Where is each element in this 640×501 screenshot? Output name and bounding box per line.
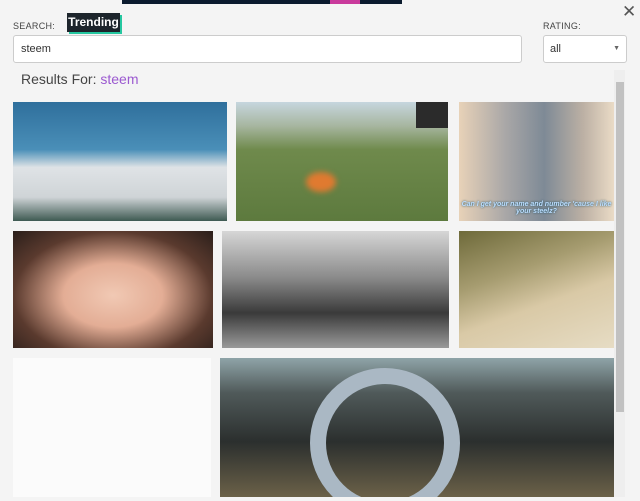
gif-crashing-plane[interactable] (236, 102, 448, 221)
gif-skateboarder[interactable] (459, 231, 614, 348)
chevron-down-icon: ▼ (613, 45, 620, 52)
top-image-strip-accent (330, 0, 360, 4)
trending-tooltip[interactable]: Trending (67, 13, 120, 32)
search-input[interactable]: steem (13, 35, 522, 63)
gif-three-women[interactable]: Can I get your name and number 'cause I … (459, 102, 614, 221)
gif-people-walking[interactable] (222, 231, 449, 348)
gif-steering-wheel[interactable] (220, 358, 614, 497)
gif-caption: Can I get your name and number 'cause I … (461, 201, 612, 215)
gif-rocket-launch[interactable] (13, 102, 227, 221)
scrollbar-thumb[interactable] (616, 82, 624, 412)
top-image-strip (122, 0, 402, 4)
results-query: steem (100, 71, 139, 87)
rating-value: all (550, 43, 562, 55)
gif-woman-with-earrings[interactable] (13, 231, 213, 348)
rating-label: RATING: (543, 21, 581, 31)
results-prefix: Results For: (21, 71, 97, 87)
rating-select[interactable]: all ▼ (543, 35, 627, 63)
close-icon[interactable]: ✕ (622, 2, 636, 22)
search-label: SEARCH: (13, 21, 56, 31)
results-heading: Results For: steem (21, 71, 138, 87)
gif-placeholder (13, 358, 211, 497)
